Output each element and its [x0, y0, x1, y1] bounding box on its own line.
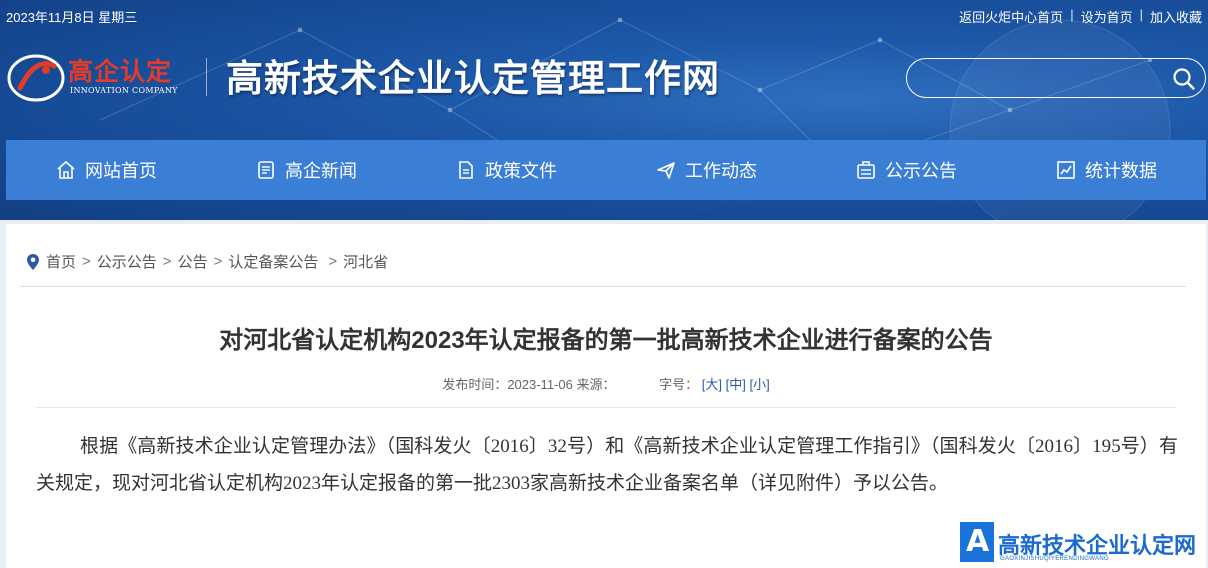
nav-item-label: 公示公告 [885, 161, 957, 181]
nav-item-home[interactable]: 网站首页 [6, 140, 206, 200]
watermark-logo: A 高新技术企业认定网 GAOXINJISHUQIYERENDINGWANG [960, 522, 1208, 568]
article-meta: 发布时间：2023-11-06 来源： 字号： [大] [中] [小] [6, 374, 1206, 393]
font-size-large-button[interactable]: [大] [702, 377, 722, 392]
article-panel: 首页 > 公示公告 > 公告 > 认定备案公告 > 河北省 对河北省认定机构20… [6, 224, 1206, 568]
home-icon [57, 160, 75, 179]
nav-item-statistics[interactable]: 统计数据 [1006, 140, 1206, 200]
font-size-label: 字号： [659, 377, 699, 392]
nav-item-work[interactable]: 工作动态 [606, 140, 806, 200]
watermark-subtext: GAOXINJISHUQIYERENDINGWANG [1000, 556, 1109, 562]
breadcrumb-hebei[interactable]: 河北省 [343, 251, 388, 272]
site-logo[interactable]: 高企认定 INNOVATION COMPANY [6, 44, 196, 106]
breadcrumb-separator: > [213, 253, 223, 270]
breadcrumb-filing[interactable]: 认定备案公告 [228, 251, 318, 272]
return-home-link[interactable]: 返回火炬中心首页 [959, 7, 1063, 26]
notice-icon [857, 161, 875, 179]
nav-item-news[interactable]: 高企新闻 [206, 140, 406, 200]
top-links: 返回火炬中心首页 | 设为首页 | 加入收藏 [959, 7, 1202, 26]
logo-emblem-icon [7, 54, 65, 102]
site-title: 高新技术企业认定管理工作网 [226, 56, 720, 100]
separator: | [1070, 7, 1074, 22]
document-icon [459, 161, 473, 179]
article-body: 根据《高新技术企业认定管理办法》（国科发火〔2016〕32号）和《高新技术企业认… [36, 436, 1178, 494]
breadcrumb-announcement[interactable]: 公告 [178, 251, 208, 272]
font-size-medium-button[interactable]: [中] [726, 377, 746, 392]
breadcrumb-notice[interactable]: 公示公告 [97, 251, 157, 272]
divider [20, 286, 1186, 287]
logo-divider [206, 58, 207, 96]
set-homepage-link[interactable]: 设为首页 [1081, 7, 1133, 26]
breadcrumb: 首页 > 公示公告 > 公告 > 认定备案公告 > 河北省 [26, 251, 388, 272]
breadcrumb-separator: > [328, 253, 338, 270]
main-nav: 网站首页 高企新闻 政策文件 工作动态 公示公告 统计数据 [6, 140, 1206, 200]
nav-item-label: 高企新闻 [285, 161, 357, 181]
location-pin-icon [27, 253, 39, 270]
breadcrumb-separator: > [162, 253, 172, 270]
search-box [906, 58, 1206, 98]
current-date: 2023年11月8日 星期三 [6, 10, 138, 25]
site-header: 2023年11月8日 星期三 返回火炬中心首页 | 设为首页 | 加入收藏 高企… [0, 0, 1208, 220]
font-size-small-button[interactable]: [小] [749, 377, 769, 392]
nav-item-label: 政策文件 [485, 161, 557, 181]
search-input[interactable] [921, 67, 1161, 89]
logo-subtext: INNOVATION COMPANY [70, 86, 178, 95]
search-icon[interactable] [1171, 66, 1197, 92]
nav-item-notice[interactable]: 公示公告 [806, 140, 1006, 200]
breadcrumb-home[interactable]: 首页 [46, 251, 76, 272]
top-bar: 2023年11月8日 星期三 返回火炬中心首页 | 设为首页 | 加入收藏 [0, 0, 1208, 30]
publish-info: 发布时间：2023-11-06 来源： [442, 377, 616, 392]
watermark-badge-icon: A [960, 522, 994, 562]
nav-item-label: 统计数据 [1085, 161, 1157, 181]
article-title: 对河北省认定机构2023年认定报备的第一批高新技术企业进行备案的公告 [219, 327, 993, 354]
watermark-letter: A [966, 524, 990, 559]
add-favorite-link[interactable]: 加入收藏 [1150, 7, 1202, 26]
separator: | [1139, 7, 1143, 22]
divider [36, 407, 1176, 408]
chart-icon [1057, 161, 1075, 179]
nav-item-label: 工作动态 [685, 161, 757, 181]
breadcrumb-separator: > [82, 253, 91, 270]
logo-text: 高企认定 [68, 57, 173, 86]
send-icon [657, 162, 675, 179]
news-icon [258, 161, 274, 179]
nav-item-label: 网站首页 [85, 161, 157, 181]
nav-item-policy[interactable]: 政策文件 [406, 140, 606, 200]
